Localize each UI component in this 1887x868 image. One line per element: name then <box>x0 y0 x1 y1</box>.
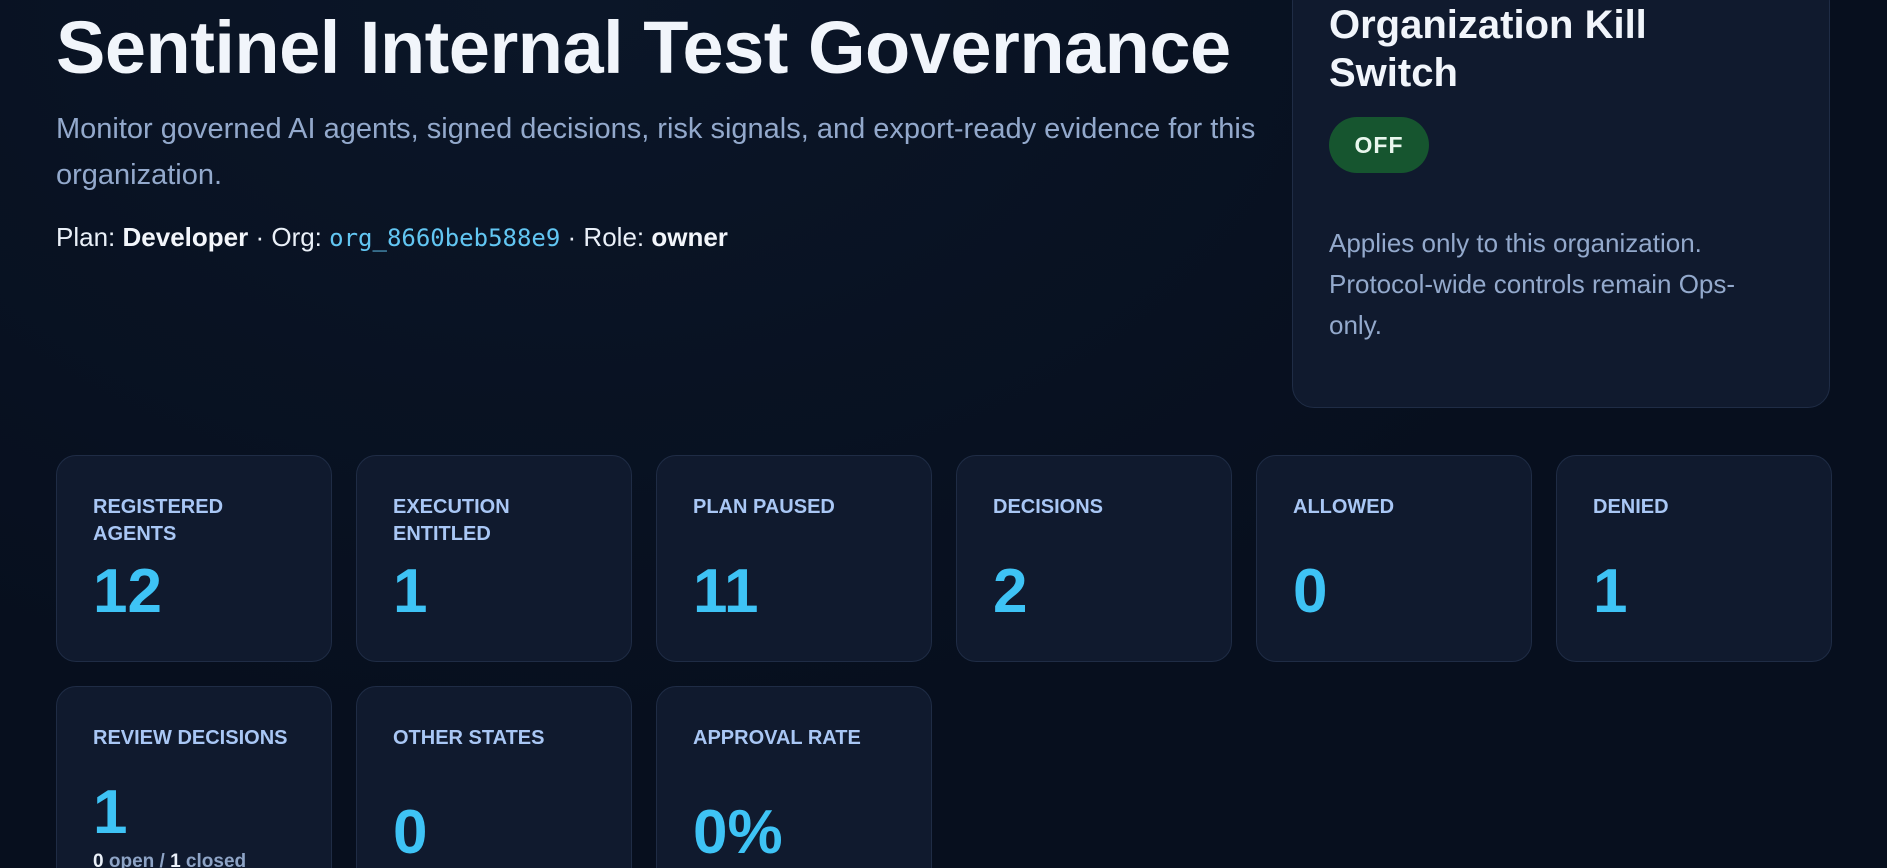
kill-switch-title: Organization Kill Switch <box>1329 3 1647 95</box>
stat-label: Execution Entitled <box>393 496 510 545</box>
stat-label: Registered Agents <box>93 496 224 545</box>
stat-label: Approval Rate <box>693 727 861 749</box>
page-subtitle: Monitor governed AI agents, signed decis… <box>56 113 1256 191</box>
stat-value: 0 <box>1293 557 1328 626</box>
kill-switch-toggle[interactable]: OFF <box>1329 117 1429 173</box>
stat-label: Review Decisions <box>93 727 288 749</box>
review-open-closed-summary: 0 open / 1 closed <box>93 851 246 868</box>
stat-value: 12 <box>93 557 162 626</box>
stat-card-review-decisions: Review Decisions 1 0 open / 1 closed <box>56 686 332 868</box>
review-closed-count: 1 <box>170 851 181 868</box>
stat-card-decisions: Decisions 2 <box>956 455 1232 662</box>
stat-value: 1 <box>1593 557 1628 626</box>
stat-label: Denied <box>1593 496 1669 518</box>
review-closed-label: closed <box>180 851 247 868</box>
stat-value: 1 <box>93 778 128 847</box>
role-label: · Role: <box>560 222 652 252</box>
role-value: owner <box>651 222 728 252</box>
stat-card-plan-paused: Plan Paused 11 <box>656 455 932 662</box>
org-label: · Org: <box>248 222 330 252</box>
kill-switch-note: Applies only to this organization. Proto… <box>1329 228 1736 340</box>
stat-card-execution-entitled: Execution Entitled 1 <box>356 455 632 662</box>
stat-value: 1 <box>393 557 428 626</box>
stat-card-other-states: Other States 0 <box>356 686 632 868</box>
plan-label: Plan: <box>56 222 123 252</box>
org-meta: Plan: Developer · Org: org_8660beb588e9 … <box>56 222 728 253</box>
stat-value: 0 <box>393 798 428 867</box>
stat-label: Allowed <box>1293 496 1395 518</box>
kill-switch-card: Organization Kill Switch OFF Applies onl… <box>1292 0 1830 408</box>
dashboard-page: Sentinel Internal Test Governance Monito… <box>0 0 1887 868</box>
stat-value: 11 <box>693 557 759 626</box>
page-title: Sentinel Internal Test Governance <box>56 6 1231 89</box>
stat-card-approval-rate: Approval Rate 0% <box>656 686 932 868</box>
stat-card-allowed: Allowed 0 <box>1256 455 1532 662</box>
stat-value: 2 <box>993 557 1028 626</box>
stat-label: Decisions <box>993 496 1104 518</box>
stat-label: Plan Paused <box>693 496 835 518</box>
stat-label: Other States <box>393 727 545 749</box>
plan-value: Developer <box>122 222 249 252</box>
stat-card-registered-agents: Registered Agents 12 <box>56 455 332 662</box>
review-open-label: open / <box>103 851 171 868</box>
review-open-count: 0 <box>93 851 104 868</box>
stat-card-denied: Denied 1 <box>1556 455 1832 662</box>
stat-value: 0% <box>693 798 783 867</box>
org-id: org_8660beb588e9 <box>329 224 561 252</box>
